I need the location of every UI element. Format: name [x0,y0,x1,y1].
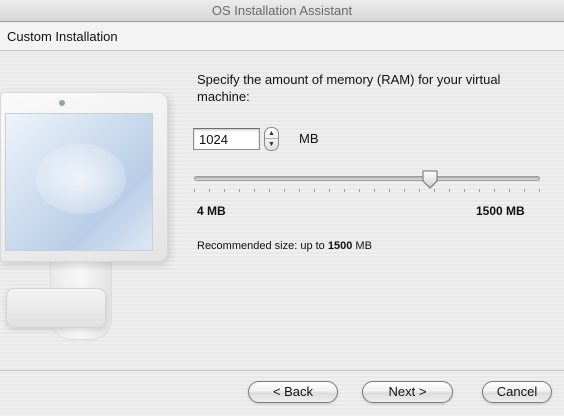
window-title: OS Installation Assistant [211,3,353,18]
memory-prompt: Specify the amount of memory (RAM) for y… [197,72,501,104]
slider-tick [344,189,345,192]
slider-tick [389,189,390,192]
slider-tick [419,189,420,192]
computer-illustration [0,92,180,342]
slider-tick [209,189,210,192]
stepper-up-icon[interactable]: ▲ [265,128,278,139]
camera-dot [59,100,65,106]
installer-window: OS Installation Assistant Custom Install… [0,0,564,416]
slider-tick [509,189,510,192]
slider-tick [194,189,195,192]
slider-tick [494,189,495,192]
slider-min-label: 4 MB [197,204,226,218]
back-button[interactable]: < Back [248,381,338,403]
recommend-value: 1500 [327,240,353,252]
recommend-suffix: MB [352,240,372,252]
monitor-screen [5,113,153,251]
slider-tick [239,189,240,192]
slider-tick [329,189,330,192]
memory-unit: MB [299,131,319,146]
memory-slider-track[interactable] [194,176,540,181]
memory-slider-thumb[interactable] [421,170,439,190]
slider-tick [359,189,360,192]
slider-tick [449,189,450,192]
stepper-down-icon[interactable]: ▼ [265,139,278,150]
slider-tick [224,189,225,192]
slider-tick [524,189,525,192]
slider-tick [254,189,255,192]
memory-input[interactable] [193,128,260,150]
slider-tick [479,189,480,192]
slider-tick [314,189,315,192]
next-button[interactable]: Next > [362,381,453,403]
cancel-button[interactable]: Cancel [482,381,552,403]
slider-ticks [194,189,540,193]
slider-tick [269,189,270,192]
step-title: Custom Installation [7,29,118,44]
slider-tick [284,189,285,192]
footer-divider [0,370,564,371]
step-header: Custom Installation [0,23,564,51]
slider-tick [464,189,465,192]
monitor-icon [0,92,168,262]
slider-tick [404,189,405,192]
monitor-base [6,288,106,328]
slider-tick [374,189,375,192]
recommended-size: Recommended size: up to 1500 MB [197,240,372,252]
recommend-prefix: Recommended size: up to [197,240,328,252]
slider-tick [299,189,300,192]
title-bar: OS Installation Assistant [0,0,564,22]
slider-tick [539,189,540,192]
memory-stepper[interactable]: ▲ ▼ [264,127,279,151]
slider-max-label: 1500 MB [476,204,525,218]
